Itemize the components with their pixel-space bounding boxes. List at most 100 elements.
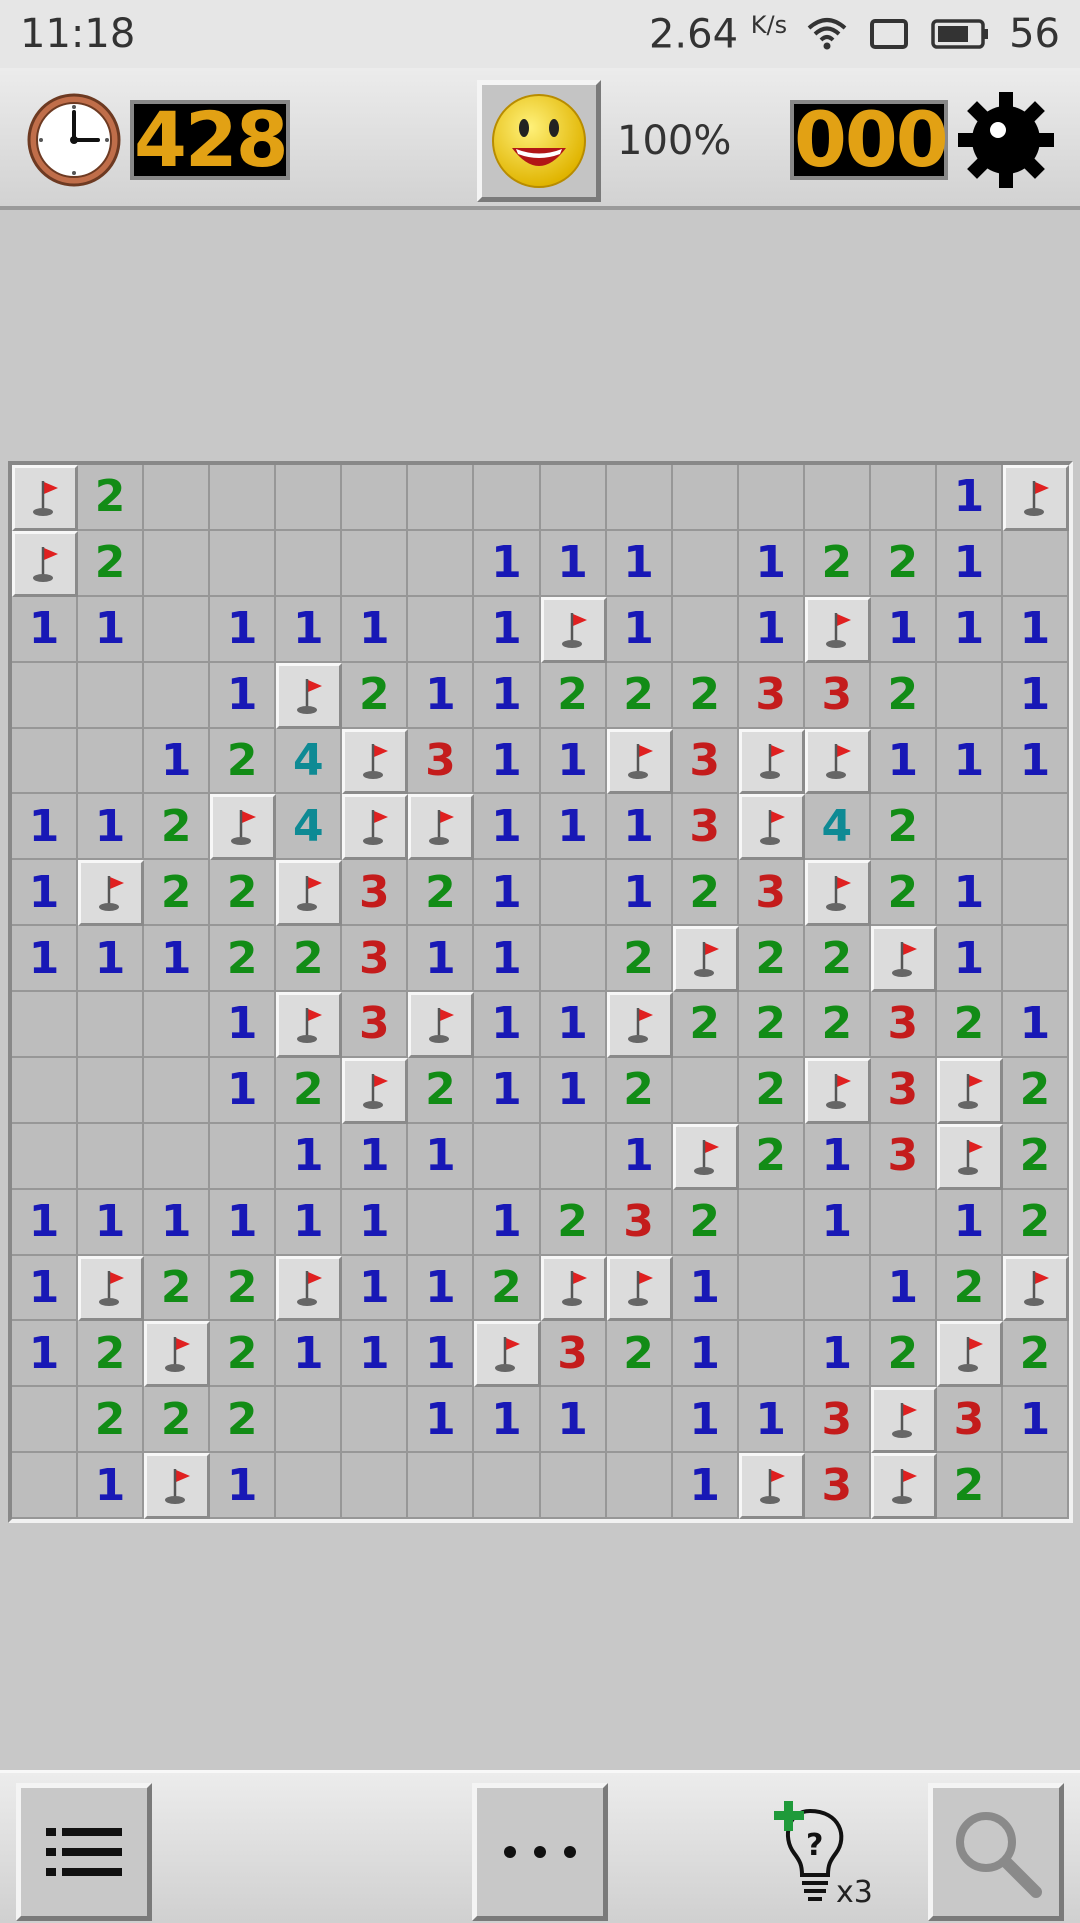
number-cell[interactable]: 1 <box>144 1189 211 1256</box>
number-cell[interactable]: 1 <box>474 530 541 597</box>
number-cell[interactable]: 2 <box>672 662 739 729</box>
number-cell[interactable]: 1 <box>210 1189 277 1256</box>
empty-cell[interactable] <box>12 728 79 795</box>
flagged-cell[interactable] <box>144 1321 211 1388</box>
number-cell[interactable]: 2 <box>1002 1189 1069 1256</box>
number-cell[interactable]: 3 <box>804 1453 871 1519</box>
flagged-cell[interactable] <box>870 1453 937 1519</box>
number-cell[interactable]: 3 <box>672 794 739 861</box>
number-cell[interactable]: 2 <box>606 926 673 992</box>
empty-cell[interactable] <box>606 465 673 531</box>
number-cell[interactable]: 3 <box>342 926 409 992</box>
number-cell[interactable]: 1 <box>540 992 607 1058</box>
number-cell[interactable]: 1 <box>870 596 937 663</box>
number-cell[interactable]: 1 <box>474 596 541 663</box>
number-cell[interactable]: 2 <box>210 1321 277 1388</box>
empty-cell[interactable] <box>936 794 1003 861</box>
empty-cell[interactable] <box>540 465 607 531</box>
number-cell[interactable]: 1 <box>804 1189 871 1256</box>
number-cell[interactable]: 2 <box>276 1057 343 1124</box>
number-cell[interactable]: 1 <box>210 1057 277 1124</box>
number-cell[interactable]: 1 <box>606 530 673 597</box>
number-cell[interactable]: 3 <box>606 1189 673 1256</box>
flagged-cell[interactable] <box>12 465 79 531</box>
empty-cell[interactable] <box>144 992 211 1058</box>
number-cell[interactable]: 2 <box>1002 1321 1069 1388</box>
number-cell[interactable]: 2 <box>210 1255 277 1322</box>
number-cell[interactable]: 1 <box>78 926 145 992</box>
number-cell[interactable]: 1 <box>144 926 211 992</box>
flagged-cell[interactable] <box>210 794 277 861</box>
flagged-cell[interactable] <box>672 1123 739 1190</box>
flagged-cell[interactable] <box>1002 1255 1069 1322</box>
new-game-smiley-button[interactable] <box>477 80 601 202</box>
empty-cell[interactable] <box>78 662 145 729</box>
number-cell[interactable]: 4 <box>276 794 343 861</box>
number-cell[interactable]: 1 <box>474 662 541 729</box>
number-cell[interactable]: 3 <box>408 728 475 795</box>
number-cell[interactable]: 1 <box>408 1123 475 1190</box>
number-cell[interactable]: 2 <box>78 530 145 597</box>
number-cell[interactable]: 2 <box>408 860 475 927</box>
number-cell[interactable]: 2 <box>210 1387 277 1454</box>
number-cell[interactable]: 1 <box>474 794 541 861</box>
flagged-cell[interactable] <box>276 662 343 729</box>
number-cell[interactable]: 1 <box>672 1321 739 1388</box>
flagged-cell[interactable] <box>672 926 739 992</box>
number-cell[interactable]: 4 <box>804 794 871 861</box>
empty-cell[interactable] <box>144 1123 211 1190</box>
number-cell[interactable]: 1 <box>1002 662 1069 729</box>
number-cell[interactable]: 2 <box>78 1387 145 1454</box>
number-cell[interactable]: 1 <box>540 728 607 795</box>
empty-cell[interactable] <box>78 728 145 795</box>
empty-cell[interactable] <box>408 530 475 597</box>
number-cell[interactable]: 1 <box>210 992 277 1058</box>
flagged-cell[interactable] <box>276 1255 343 1322</box>
empty-cell[interactable] <box>540 1453 607 1519</box>
number-cell[interactable]: 2 <box>738 926 805 992</box>
number-cell[interactable]: 1 <box>936 728 1003 795</box>
number-cell[interactable]: 2 <box>672 1189 739 1256</box>
menu-button[interactable] <box>16 1783 152 1921</box>
flagged-cell[interactable] <box>144 1453 211 1519</box>
number-cell[interactable]: 1 <box>606 596 673 663</box>
number-cell[interactable]: 1 <box>540 1387 607 1454</box>
empty-cell[interactable] <box>738 1255 805 1322</box>
empty-cell[interactable] <box>804 465 871 531</box>
empty-cell[interactable] <box>672 465 739 531</box>
empty-cell[interactable] <box>342 1387 409 1454</box>
number-cell[interactable]: 2 <box>870 530 937 597</box>
flagged-cell[interactable] <box>936 1321 1003 1388</box>
number-cell[interactable]: 2 <box>672 860 739 927</box>
flagged-cell[interactable] <box>540 1255 607 1322</box>
empty-cell[interactable] <box>540 926 607 992</box>
flagged-cell[interactable] <box>606 1255 673 1322</box>
number-cell[interactable]: 3 <box>342 992 409 1058</box>
number-cell[interactable]: 1 <box>78 1189 145 1256</box>
number-cell[interactable]: 2 <box>210 926 277 992</box>
empty-cell[interactable] <box>1002 926 1069 992</box>
number-cell[interactable]: 3 <box>870 1057 937 1124</box>
flagged-cell[interactable] <box>606 728 673 795</box>
empty-cell[interactable] <box>144 596 211 663</box>
flagged-cell[interactable] <box>540 596 607 663</box>
number-cell[interactable]: 1 <box>342 1255 409 1322</box>
empty-cell[interactable] <box>408 465 475 531</box>
empty-cell[interactable] <box>342 530 409 597</box>
empty-cell[interactable] <box>540 1123 607 1190</box>
number-cell[interactable]: 3 <box>342 860 409 927</box>
flagged-cell[interactable] <box>276 992 343 1058</box>
number-cell[interactable]: 2 <box>804 530 871 597</box>
empty-cell[interactable] <box>12 1123 79 1190</box>
empty-cell[interactable] <box>12 1453 79 1519</box>
number-cell[interactable]: 1 <box>342 1123 409 1190</box>
number-cell[interactable]: 2 <box>870 794 937 861</box>
empty-cell[interactable] <box>738 1189 805 1256</box>
number-cell[interactable]: 1 <box>78 1453 145 1519</box>
number-cell[interactable]: 3 <box>804 662 871 729</box>
number-cell[interactable]: 2 <box>144 1255 211 1322</box>
flagged-cell[interactable] <box>78 860 145 927</box>
flagged-cell[interactable] <box>342 1057 409 1124</box>
empty-cell[interactable] <box>144 530 211 597</box>
flagged-cell[interactable] <box>78 1255 145 1322</box>
